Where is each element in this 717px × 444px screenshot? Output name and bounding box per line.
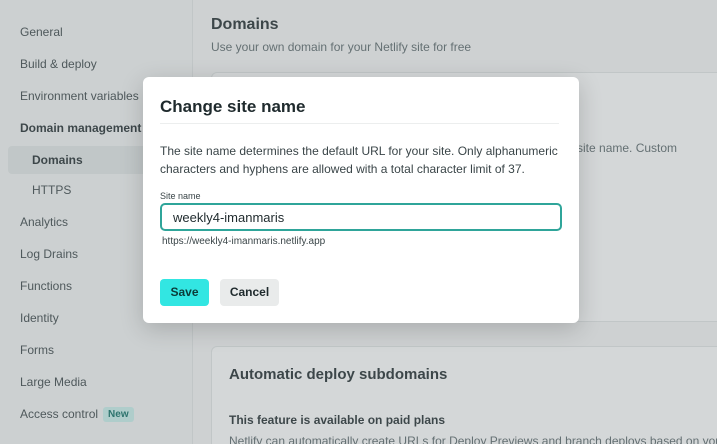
change-site-name-dialog: Change site name The site name determine… xyxy=(143,77,579,323)
dialog-divider xyxy=(160,123,559,124)
site-url-preview: https://weekly4-imanmaris.netlify.app xyxy=(162,236,326,247)
cancel-button[interactable]: Cancel xyxy=(220,279,279,306)
site-name-input[interactable] xyxy=(160,203,562,231)
dialog-description: The site name determines the default URL… xyxy=(160,144,558,176)
dialog-title: Change site name xyxy=(160,97,306,116)
save-button[interactable]: Save xyxy=(160,279,209,306)
site-name-label: Site name xyxy=(160,191,201,201)
